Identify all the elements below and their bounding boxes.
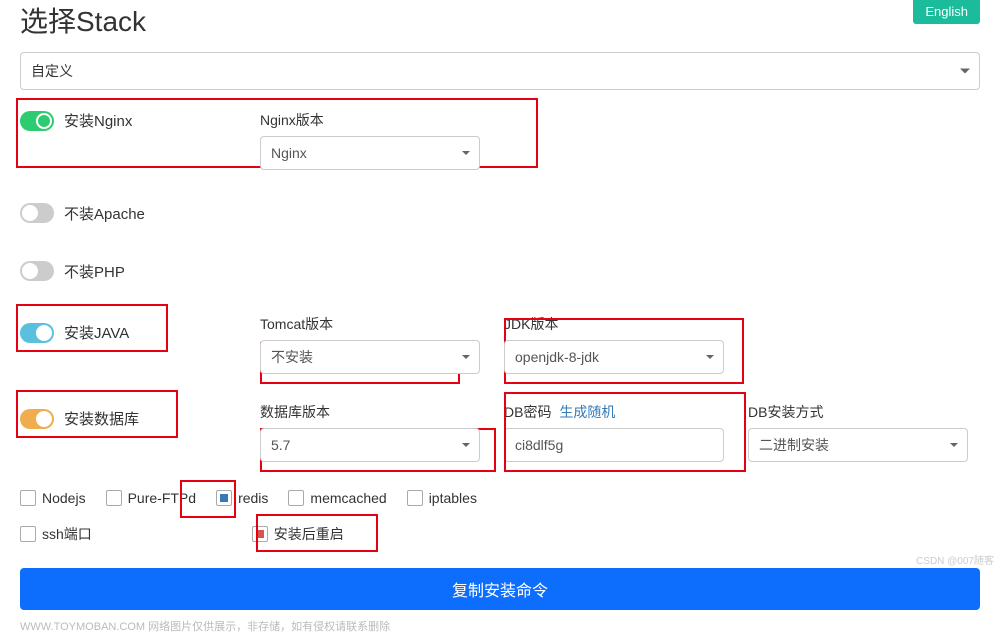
tomcat-version-select[interactable]: 不安装 [260, 340, 480, 374]
checkbox-ssh-port[interactable]: ssh端口 [20, 524, 92, 544]
toggle-php-label: 不装PHP [64, 261, 125, 282]
jdk-version-select[interactable]: openjdk-8-jdk [504, 340, 724, 374]
db-password-generate-link[interactable]: 生成随机 [559, 404, 615, 420]
db-password-input[interactable] [504, 428, 724, 462]
checkbox-nodejs[interactable]: Nodejs [20, 490, 86, 506]
db-version-label: 数据库版本 [260, 402, 480, 422]
copy-install-command-button[interactable]: 复制安装命令 [20, 568, 980, 610]
toggle-database[interactable] [20, 409, 54, 429]
toggle-java-label: 安装JAVA [64, 322, 129, 343]
row-nginx: 安装Nginx Nginx版本 Nginx [20, 96, 980, 184]
nginx-version-label: Nginx版本 [260, 110, 480, 130]
language-button[interactable]: English [913, 0, 980, 24]
toggle-php[interactable] [20, 261, 54, 281]
row-java: 安装JAVA Tomcat版本 不安装 JDK版本 openjdk-8-jdk [20, 300, 980, 388]
toggle-apache-label: 不装Apache [64, 203, 145, 224]
db-version-select[interactable]: 5.7 [260, 428, 480, 462]
checkbox-redis[interactable]: redis [216, 490, 268, 506]
toggle-nginx-label: 安装Nginx [64, 110, 132, 131]
checkbox-pureftpd[interactable]: Pure-FTPd [106, 490, 196, 506]
toggle-apache[interactable] [20, 203, 54, 223]
tomcat-version-label: Tomcat版本 [260, 314, 480, 334]
checkbox-memcached[interactable]: memcached [288, 490, 386, 506]
stack-preset-select[interactable]: 自定义 [20, 52, 980, 90]
watermark: CSDN @007随客 [916, 552, 994, 567]
toggle-nginx[interactable] [20, 111, 54, 131]
footer-disclaimer: WWW.TOYMOBAN.COM 网络图片仅供展示，非存储，如有侵权请联系删除 [20, 618, 980, 634]
db-install-method-select[interactable]: 二进制安装 [748, 428, 968, 462]
checkbox-iptables[interactable]: iptables [407, 490, 477, 506]
options-row-1: Nodejs Pure-FTPd redis memcached iptable… [20, 476, 980, 520]
row-database: 安装数据库 数据库版本 5.7 DB密码 生成随机 DB安装方式 二进制安装 [20, 388, 980, 476]
db-password-label: DB密码 生成随机 [504, 402, 724, 422]
row-apache: 不装Apache [20, 184, 980, 242]
db-install-method-label: DB安装方式 [748, 402, 968, 422]
toggle-java[interactable] [20, 323, 54, 343]
page-title: 选择Stack [20, 0, 146, 40]
nginx-version-select[interactable]: Nginx [260, 136, 480, 170]
toggle-database-label: 安装数据库 [64, 408, 139, 429]
checkbox-reboot-after-install[interactable]: 安装后重启 [252, 524, 344, 544]
row-php: 不装PHP [20, 242, 980, 300]
options-row-2: ssh端口 安装后重启 [20, 520, 980, 558]
jdk-version-label: JDK版本 [504, 314, 724, 334]
